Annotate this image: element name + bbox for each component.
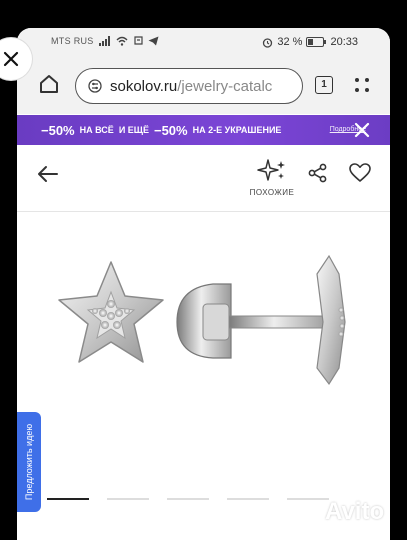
favorite-heart-icon[interactable] [349,163,371,183]
url-text: sokolov.ru/jewelry-catalc [110,78,272,95]
browser-menu-icon[interactable] [353,76,371,94]
notification-icon [134,36,143,45]
product-image [58,254,346,386]
banner-connector: И ЕЩЁ [118,125,149,135]
product-gallery[interactable]: Предложить идею Avito [17,212,390,540]
banner-discount-2: −50% [153,122,188,138]
gallery-dot[interactable] [107,498,149,500]
browser-address-bar: sokolov.ru/jewelry-catalc 1 [17,54,390,114]
gallery-dot[interactable] [227,498,269,500]
wifi-icon [116,36,128,46]
carrier-label: MTS RUS [51,36,94,46]
similar-label: ПОХОЖИЕ [249,188,295,197]
similar-button[interactable]: ПОХОЖИЕ [245,159,299,197]
gallery-dot[interactable] [47,498,89,500]
watermark-text: Avito [325,498,385,525]
site-info-icon[interactable] [88,79,102,93]
tab-switcher-button[interactable]: 1 [315,76,333,94]
gallery-dot[interactable] [167,498,209,500]
battery-icon [306,37,327,47]
sparkle-icon [257,159,285,181]
avito-watermark: Avito [299,498,384,526]
back-arrow-icon[interactable] [37,165,59,183]
battery-percent: 32 % [277,36,303,48]
banner-discount-1: −50% [41,122,75,138]
url-domain: sokolov.ru [110,77,178,95]
suggest-idea-label: Предложить идею [24,423,34,501]
product-toolbar: ПОХОЖИЕ [17,145,390,212]
url-input[interactable]: sokolov.ru/jewelry-catalc [75,68,303,104]
status-left: MTS RUS [51,36,159,46]
signal-icon [98,36,110,46]
avito-logo-icon [301,503,320,522]
gallery-pagination [47,498,329,500]
banner-close-icon[interactable] [354,122,370,138]
clock: 20:33 [330,36,358,48]
phone-screen: MTS RUS 32 % 20:33 sokolov.ru/jewelry-ca… [17,28,390,540]
suggest-idea-tab[interactable]: Предложить идею [17,412,41,512]
share-icon[interactable] [308,163,328,183]
banner-text-1: НА ВСЁ [79,125,114,135]
url-path: /jewelry-catalc [177,77,273,95]
banner-text-2: НА 2-Е УКРАШЕНИЕ [192,125,282,135]
promo-banner[interactable]: −50% НА ВСЁ И ЕЩЁ −50% НА 2-Е УКРАШЕНИЕ … [17,115,390,145]
home-icon[interactable] [39,74,59,94]
alarm-icon [263,37,273,48]
status-bar: MTS RUS 32 % 20:33 [17,28,390,54]
telegram-icon [148,36,159,46]
star-earring [58,261,164,363]
status-right: 32 % 20:33 [262,36,358,48]
earring-side-view [176,254,346,386]
close-icon [3,51,19,67]
